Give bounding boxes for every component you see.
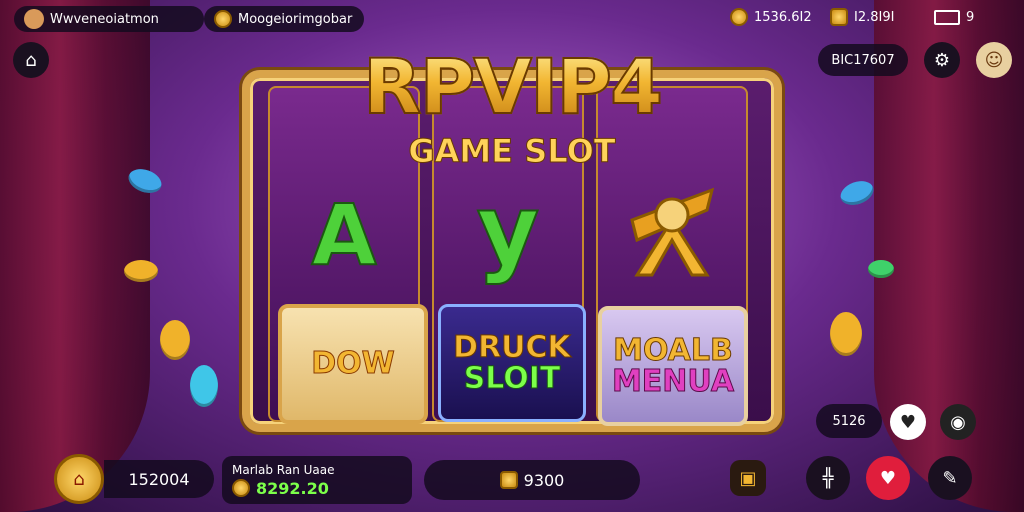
coin-icon [730, 8, 748, 26]
balance-display: 152004 [104, 460, 214, 498]
coin-icon [830, 8, 848, 26]
heart-icon: ♥ [879, 467, 897, 489]
game-logo: RPVIP4 [0, 41, 1024, 132]
book-icon: ▣ [739, 467, 757, 489]
coin-icon [232, 479, 250, 497]
player-badge[interactable]: Wwveneoiatmon [14, 6, 204, 32]
tile-dow[interactable]: DOW [278, 304, 428, 424]
win-panel: Marlab Ran Uaae 8292.20 [222, 456, 412, 504]
coin-balance: 1536.6I2 [720, 4, 822, 30]
chip-decor [837, 176, 877, 210]
screenshot-button[interactable]: ◉ [940, 404, 976, 440]
grid-icon: ╬ [822, 467, 834, 489]
tile-moalb-menua[interactable]: MOALB MENUA [598, 306, 748, 426]
ribbon-icon [601, 170, 743, 290]
game-name: Moogeiorimgobar [238, 11, 353, 27]
coin-icon [214, 10, 232, 28]
coin-icon [499, 471, 518, 489]
chip-decor [124, 260, 158, 282]
symbol-a: A [310, 185, 377, 284]
chat-icon: ✎ [942, 467, 958, 489]
menu-button[interactable]: ╬ [806, 456, 850, 500]
gem-balance: I2.8I9I [820, 4, 904, 30]
side-value: 5126 [816, 404, 882, 438]
battery-icon [934, 9, 960, 25]
win-label: Marlab Ran Uaae [232, 462, 335, 477]
camera-icon: ◉ [950, 411, 966, 433]
bet-display[interactable]: 9300 [424, 460, 640, 500]
chip-decor [160, 320, 190, 360]
spin-button[interactable]: ♥ [866, 456, 910, 500]
symbol-y: y [476, 173, 541, 286]
chip-decor [190, 365, 218, 407]
house-coin-icon: ⌂ [73, 468, 85, 490]
favorite-button[interactable]: ♥ [890, 404, 926, 440]
chat-button[interactable]: ✎ [928, 456, 972, 500]
player-name: Wwveneoiatmon [50, 11, 159, 27]
balance-coin: ⌂ [54, 454, 104, 504]
tile-druck-sloit[interactable]: DRUCK SLOIT [438, 304, 586, 422]
heart-icon: ♥ [899, 411, 917, 433]
chip-decor [868, 260, 894, 278]
chip-decor [830, 312, 862, 356]
avatar [24, 9, 44, 29]
win-value: 8292.20 [256, 478, 329, 498]
win-row: 8292.20 [232, 479, 329, 498]
game-subtitle: GAME SLOT [408, 132, 616, 171]
battery-status: 9 [924, 4, 984, 30]
game-badge[interactable]: Moogeiorimgobar [204, 6, 364, 32]
paytable-button[interactable]: ▣ [730, 460, 766, 496]
